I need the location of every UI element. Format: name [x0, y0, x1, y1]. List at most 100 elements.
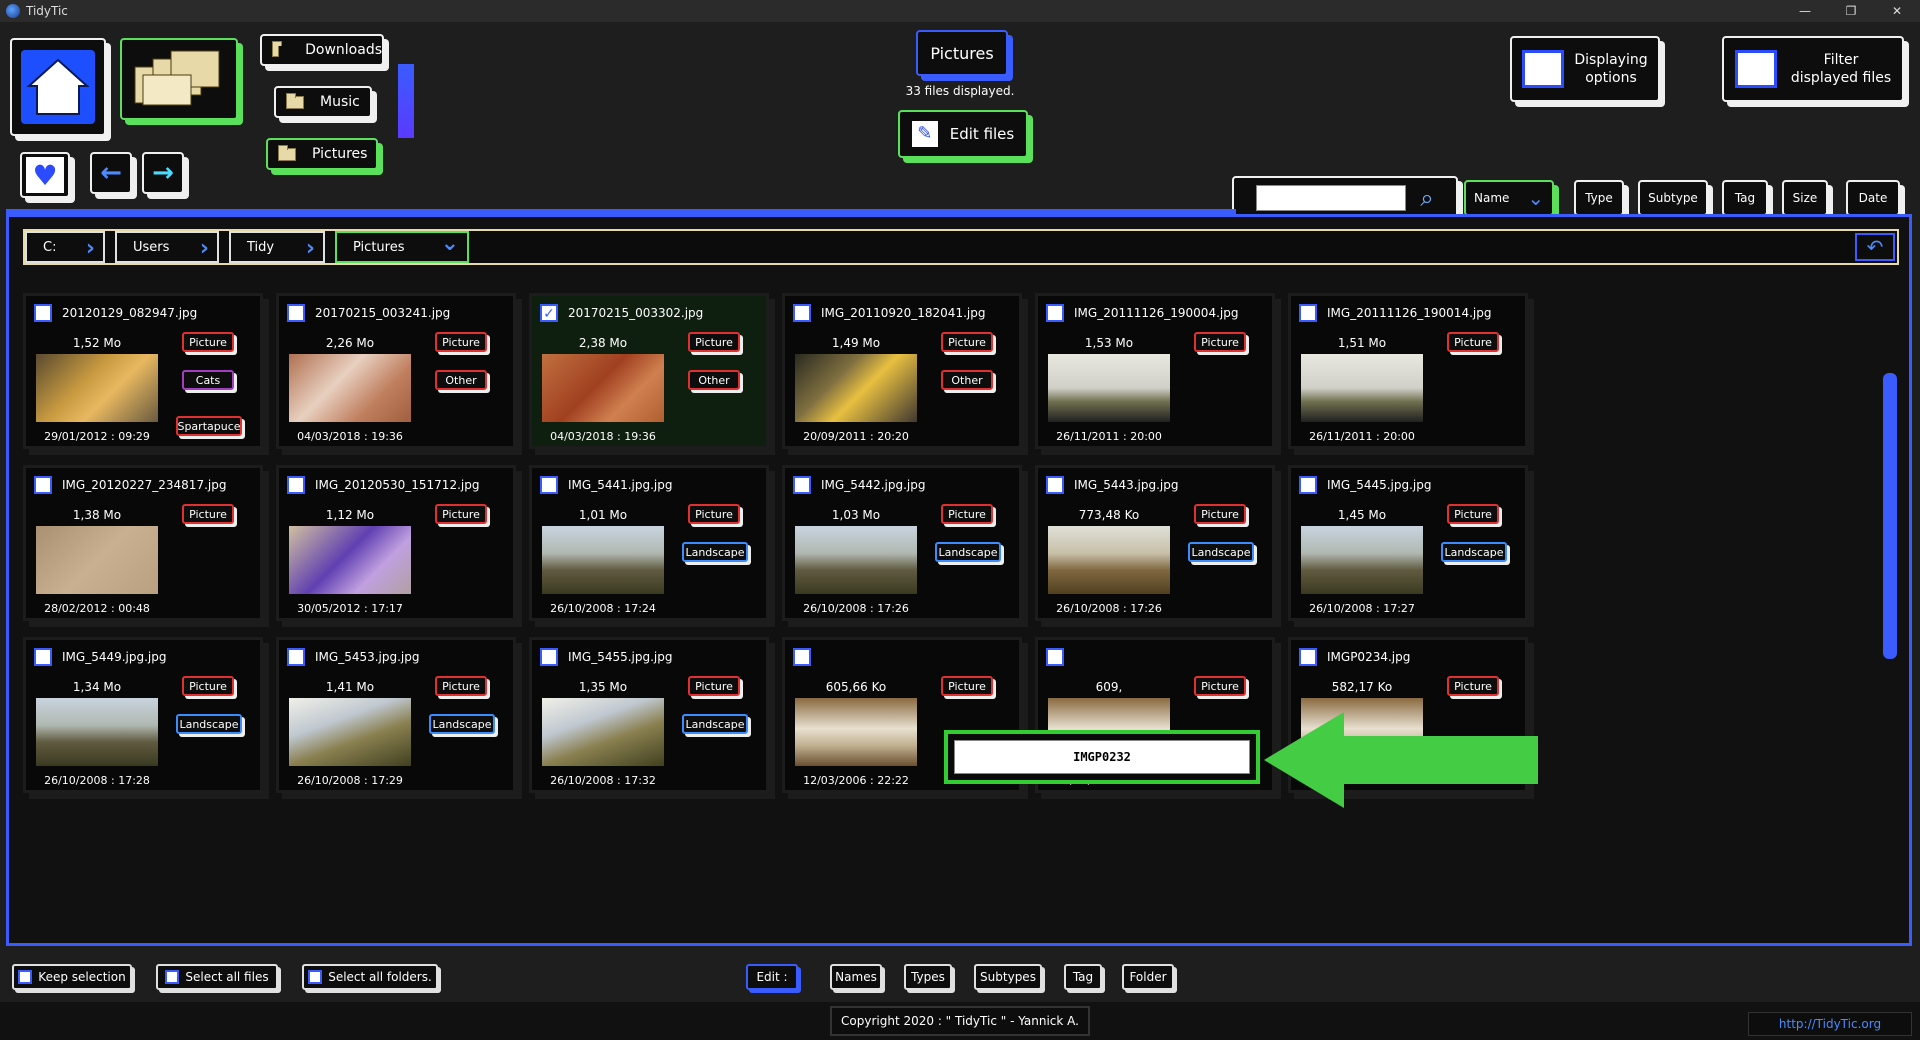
filter-files-button[interactable]: Filter displayed files: [1722, 36, 1904, 102]
file-checkbox[interactable]: [1299, 648, 1317, 666]
file-card[interactable]: 20120129_082947.jpg 1,52 Mo 29/01/2012 : 0…: [23, 293, 263, 449]
file-checkbox[interactable]: [287, 648, 305, 666]
file-card[interactable]: IMG_20111126_190014.jpg 1,51 Mo 26/11/2011…: [1288, 293, 1528, 449]
file-card[interactable]: IMG_5453.jpg.jpg 1,41 Mo 26/10/2008 : 17:2…: [276, 637, 516, 793]
back-nav-button[interactable]: ←: [90, 152, 132, 194]
file-thumbnail[interactable]: [1048, 354, 1170, 422]
file-card[interactable]: IMG_20120530_151712.jpg 1,12 Mo 30/05/2012…: [276, 465, 516, 621]
tag-picture[interactable]: Picture: [941, 332, 993, 352]
file-thumbnail[interactable]: [542, 354, 664, 422]
file-thumbnail[interactable]: [795, 354, 917, 422]
tag-picture[interactable]: Picture: [182, 504, 234, 524]
tag-picture[interactable]: Picture: [435, 676, 487, 696]
file-name[interactable]: IMG_5441.jpg.jpg: [568, 478, 673, 492]
file-checkbox[interactable]: [287, 304, 305, 322]
file-thumbnail[interactable]: [289, 354, 411, 422]
quick-folder-downloads[interactable]: Downloads: [260, 34, 384, 66]
file-thumbnail[interactable]: [36, 354, 158, 422]
vertical-scrollbar-thumb[interactable]: [1883, 373, 1897, 659]
file-thumbnail[interactable]: [795, 698, 917, 766]
tag-picture[interactable]: Picture: [1447, 332, 1499, 352]
maximize-button[interactable]: ❐: [1828, 0, 1874, 22]
file-checkbox[interactable]: [540, 648, 558, 666]
file-checkbox[interactable]: [1299, 476, 1317, 494]
tag-picture[interactable]: Picture: [1447, 504, 1499, 524]
file-checkbox[interactable]: [34, 648, 52, 666]
tag-landscape[interactable]: Landscape: [1188, 542, 1254, 562]
tag-picture[interactable]: Picture: [1194, 504, 1246, 524]
file-thumbnail[interactable]: [542, 698, 664, 766]
file-thumbnail[interactable]: [542, 526, 664, 594]
tag-picture[interactable]: Picture: [688, 332, 740, 352]
file-card[interactable]: 20170215_003241.jpg 2,26 Mo 04/03/2018 : 1…: [276, 293, 516, 449]
sort-date-button[interactable]: Date: [1846, 180, 1900, 216]
file-name[interactable]: IMG_20111126_190014.jpg: [1327, 306, 1491, 320]
file-thumbnail[interactable]: [795, 526, 917, 594]
edit-files-button[interactable]: ✎ Edit files: [898, 110, 1028, 158]
tag-picture[interactable]: Picture: [1194, 332, 1246, 352]
quick-folder-music[interactable]: Music: [274, 86, 372, 118]
tag-spartapuce[interactable]: Spartapuce: [176, 416, 242, 436]
file-checkbox[interactable]: [287, 476, 305, 494]
tag-picture[interactable]: Picture: [941, 676, 993, 696]
search-input[interactable]: [1256, 185, 1407, 211]
file-card[interactable]: IMG_20110920_182041.jpg 1,49 Mo 20/09/2011…: [782, 293, 1022, 449]
tag-picture[interactable]: Picture: [941, 504, 993, 524]
select-all-folders-button[interactable]: Select all folders.: [302, 964, 438, 990]
file-name[interactable]: IMG_5449.jpg.jpg: [62, 650, 167, 664]
home-button[interactable]: [10, 38, 106, 136]
file-thumbnail[interactable]: [1301, 526, 1423, 594]
tag-picture[interactable]: Picture: [1194, 676, 1246, 696]
file-name[interactable]: IMGP0234.jpg: [1327, 650, 1410, 664]
folders-button[interactable]: [120, 38, 238, 120]
favorites-button[interactable]: ♥: [20, 152, 70, 198]
breadcrumb-pictures[interactable]: Pictures ⌄: [335, 231, 469, 263]
sort-name-button[interactable]: Name ⌄: [1464, 180, 1554, 216]
tag-cats[interactable]: Cats: [182, 370, 234, 390]
file-name[interactable]: IMG_5445.jpg.jpg: [1327, 478, 1432, 492]
file-checkbox[interactable]: [1046, 304, 1064, 322]
file-checkbox[interactable]: [540, 476, 558, 494]
file-card[interactable]: ✓ 20170215_003302.jpg 2,38 Mo 04/03/2018 : …: [529, 293, 769, 449]
file-card[interactable]: IMG_5441.jpg.jpg 1,01 Mo 26/10/2008 : 17:2…: [529, 465, 769, 621]
file-checkbox[interactable]: [1299, 304, 1317, 322]
file-checkbox[interactable]: [1046, 648, 1064, 666]
forward-nav-button[interactable]: →: [142, 152, 184, 194]
file-name[interactable]: IMG_5455.jpg.jpg: [568, 650, 673, 664]
file-card[interactable]: IMG_5449.jpg.jpg 1,34 Mo 26/10/2008 : 17:2…: [23, 637, 263, 793]
file-card[interactable]: IMG_5443.jpg.jpg 773,48 Ko 26/10/2008 : 17…: [1035, 465, 1275, 621]
file-thumbnail[interactable]: [289, 698, 411, 766]
file-thumbnail[interactable]: [1048, 526, 1170, 594]
file-name[interactable]: IMG_5442.jpg.jpg: [821, 478, 926, 492]
tag-picture[interactable]: Picture: [688, 676, 740, 696]
breadcrumb-tidy[interactable]: Tidy ›: [229, 231, 325, 263]
file-name[interactable]: IMG_20120530_151712.jpg: [315, 478, 479, 492]
file-card[interactable]: IMG_5442.jpg.jpg 1,03 Mo 26/10/2008 : 17:2…: [782, 465, 1022, 621]
file-checkbox[interactable]: [793, 648, 811, 666]
file-thumbnail[interactable]: [289, 526, 411, 594]
search-icon[interactable]: ⌕: [1420, 184, 1433, 212]
sort-size-button[interactable]: Size: [1782, 180, 1828, 216]
tag-landscape[interactable]: Landscape: [935, 542, 1001, 562]
file-name[interactable]: 20170215_003302.jpg: [568, 306, 703, 320]
breadcrumb-users[interactable]: Users ›: [115, 231, 219, 263]
file-checkbox[interactable]: [793, 476, 811, 494]
tag-picture[interactable]: Picture: [688, 504, 740, 524]
file-name[interactable]: IMG_20110920_182041.jpg: [821, 306, 985, 320]
file-checkbox[interactable]: [793, 304, 811, 322]
tag-landscape[interactable]: Landscape: [1441, 542, 1507, 562]
tag-picture[interactable]: Picture: [435, 504, 487, 524]
file-card[interactable]: IMG_20120227_234817.jpg 1,38 Mo 28/02/2012…: [23, 465, 263, 621]
tag-picture[interactable]: Picture: [182, 676, 234, 696]
edit-folder-button[interactable]: Folder: [1122, 964, 1174, 990]
keep-selection-button[interactable]: Keep selection: [12, 964, 132, 990]
edit-subtypes-button[interactable]: Subtypes: [974, 964, 1042, 990]
tag-other[interactable]: Other: [688, 370, 740, 390]
edit-names-button[interactable]: Names: [830, 964, 882, 990]
sort-tag-button[interactable]: Tag: [1722, 180, 1768, 216]
file-card[interactable]: IMG_5455.jpg.jpg 1,35 Mo 26/10/2008 : 17:3…: [529, 637, 769, 793]
parent-folder-button[interactable]: ↶: [1855, 233, 1895, 261]
website-link[interactable]: http://TidyTic.org: [1748, 1012, 1912, 1036]
file-checkbox[interactable]: ✓: [540, 304, 558, 322]
file-name[interactable]: IMG_20111126_190004.jpg: [1074, 306, 1238, 320]
